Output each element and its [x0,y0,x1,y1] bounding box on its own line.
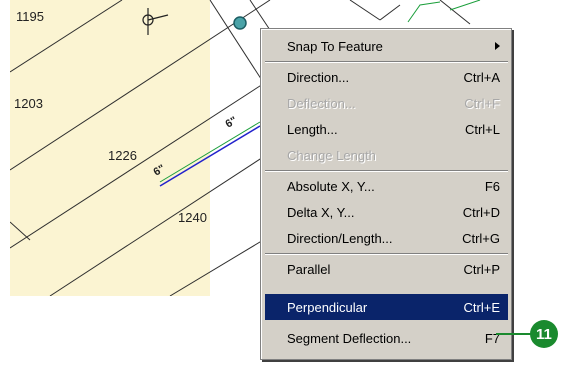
menu-separator [265,61,508,63]
menu-item-length[interactable]: Length... Ctrl+L [265,116,508,142]
menu-item-label: Length... [287,121,338,137]
menu-item-label: Segment Deflection... [287,330,412,346]
menu-item-shortcut: Ctrl+G [462,230,500,246]
menu-item-label: Deflection... [287,95,356,111]
lot-label-1226: 1226 [108,148,137,163]
menu-item-shortcut: Ctrl+E [463,299,500,315]
menu-item-label: Change Length [287,147,376,163]
menu-item-label: Direction/Length... [287,230,393,246]
menu-item-label: Direction... [287,69,350,85]
menu-item-delta-xy[interactable]: Delta X, Y... Ctrl+D [265,199,508,225]
menu-item-direction[interactable]: Direction... Ctrl+A [265,64,508,90]
menu-item-change-length: Change Length [265,142,508,168]
context-menu: Snap To Feature Direction... Ctrl+A Defl… [260,28,512,360]
submenu-arrow-icon [495,42,500,50]
step-callout-number: 11 [536,325,552,343]
menu-item-absolute-xy[interactable]: Absolute X, Y... F6 [265,173,508,199]
callout-leader-line [496,333,533,335]
menu-item-shortcut: Ctrl+D [462,204,500,220]
menu-item-label: Snap To Feature [287,38,383,54]
lot-label-1240: 1240 [178,210,207,225]
menu-item-snap-to-feature[interactable]: Snap To Feature [265,33,508,59]
lot-label-1203: 1203 [14,96,43,111]
menu-item-label: Parallel [287,261,331,277]
menu-item-shortcut: Ctrl+L [464,121,500,137]
step-callout-badge: 11 [530,320,558,348]
menu-item-deflection: Deflection... Ctrl+F [265,90,508,116]
menu-item-perpendicular[interactable]: Perpendicular Ctrl+E [265,294,508,320]
lot-label-1195: 1195 [16,9,44,24]
menu-item-shortcut: Ctrl+A [463,69,500,85]
menu-item-segment-deflection[interactable]: Segment Deflection... F7 [265,325,508,351]
menu-item-label: Perpendicular [287,299,368,315]
menu-item-label: Delta X, Y... [287,204,355,220]
menu-item-label: Absolute X, Y... [287,178,375,194]
menu-separator [265,170,508,172]
menu-separator [265,253,508,255]
menu-item-direction-length[interactable]: Direction/Length... Ctrl+G [265,225,508,251]
menu-item-shortcut: Ctrl+P [463,261,500,277]
menu-item-parallel[interactable]: Parallel Ctrl+P [265,256,508,282]
menu-item-shortcut: Ctrl+F [464,95,500,111]
menu-item-shortcut: F6 [484,178,500,194]
vertex-handle-icon[interactable] [233,16,247,30]
